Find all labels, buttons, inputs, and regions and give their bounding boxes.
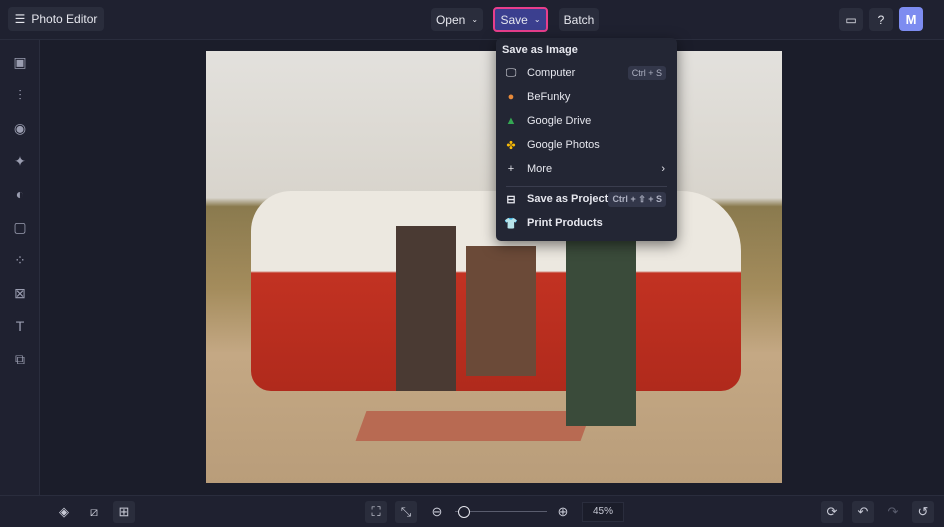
menu-heading: Save as Image — [502, 44, 578, 56]
shortcut: Ctrl + ⇧ + S — [608, 191, 666, 207]
item-label: Print Products — [527, 217, 603, 229]
google-drive-icon: ▲ — [505, 115, 517, 127]
menu-item-google-drive[interactable]: ▲ Google Drive — [504, 110, 669, 132]
frame-icon[interactable]: ▢ — [11, 218, 29, 236]
person-image — [566, 236, 636, 426]
divider — [506, 186, 667, 187]
befunky-icon: ● — [507, 91, 515, 103]
hamburger-icon: ☰ — [14, 12, 26, 26]
item-label: Computer — [527, 67, 576, 79]
redo-icon: ↷ — [887, 504, 899, 519]
batch-label: Batch — [563, 12, 595, 27]
item-label: Google Photos — [527, 139, 600, 151]
app-title: Photo Editor — [31, 12, 98, 26]
compare-icon[interactable]: ⧄ — [83, 501, 105, 523]
grid-icon[interactable]: ⊞ — [113, 501, 135, 523]
layers-icon[interactable]: ◈ — [53, 501, 75, 523]
help-icon[interactable]: ? — [869, 8, 893, 31]
chevron-down-icon: ⌄ — [533, 15, 541, 24]
item-label: More — [527, 163, 553, 175]
graphics-icon[interactable]: ⁘ — [11, 251, 29, 269]
plus-icon: + — [507, 163, 515, 175]
item-label: Save as Project — [527, 193, 609, 205]
shortcut: Ctrl + S — [627, 66, 666, 80]
person-image — [396, 226, 456, 391]
menu-item-print-products[interactable]: 👕 Print Products — [504, 212, 669, 234]
google-photos-icon: ✤ — [506, 139, 516, 152]
item-label: BeFunky — [527, 91, 571, 103]
rotate-icon[interactable]: ⟳ — [821, 501, 843, 523]
zoom-slider-handle[interactable] — [458, 506, 470, 518]
menu-item-google-photos[interactable]: ✤ Google Photos — [504, 134, 669, 156]
chevron-right-icon: › — [661, 163, 665, 175]
monitor-icon: 🖵 — [505, 66, 517, 79]
top-bar: ☰ Photo Editor Open ⌄ Save ⌄ Batch ▭ ? M — [0, 0, 944, 40]
text-icon[interactable]: T — [11, 317, 29, 335]
save-label: Save — [500, 12, 528, 27]
effects-icon[interactable]: ✦ — [11, 152, 29, 170]
menu-button[interactable]: ☰ Photo Editor — [8, 7, 104, 31]
open-label: Open — [435, 12, 466, 27]
batch-button[interactable]: Batch — [559, 8, 599, 31]
overlay-icon[interactable]: ⧉ — [11, 350, 29, 368]
left-toolbar: ▣ ⫶ ◉ ✦ ◐ ▢ ⁘ ⊠ T ⧉ — [0, 40, 40, 495]
menu-item-befunky[interactable]: ● BeFunky — [504, 86, 669, 108]
palette-icon[interactable]: ◐ — [11, 185, 29, 203]
undo-icon[interactable]: ↶ — [852, 501, 874, 523]
avatar[interactable]: M — [899, 7, 923, 31]
actual-size-icon[interactable]: ⤡ — [395, 501, 417, 523]
photo-canvas[interactable] — [206, 51, 782, 483]
fit-screen-icon[interactable]: ⛶ — [365, 501, 387, 523]
open-button[interactable]: Open ⌄ — [431, 8, 483, 31]
zoom-out-icon[interactable]: ⊖ — [426, 501, 448, 523]
bottom-bar: ◈ ⧄ ⊞ ⛶ ⤡ ⊖ ⊕ 45% ⟳ ↶ ↷ ↺ — [0, 495, 944, 527]
adjust-icon[interactable]: ⫶ — [11, 86, 29, 104]
comments-icon[interactable]: ▭ — [839, 8, 863, 31]
save-button[interactable]: Save ⌄ — [493, 7, 548, 32]
eye-icon[interactable]: ◉ — [11, 119, 29, 137]
avatar-letter: M — [905, 11, 917, 27]
menu-item-more[interactable]: + More › — [504, 158, 669, 180]
menu-item-computer[interactable]: 🖵 Computer Ctrl + S — [504, 62, 669, 84]
item-label: Google Drive — [527, 115, 592, 127]
save-dropdown: Save as Image 🖵 Computer Ctrl + S ● BeFunky… — [496, 38, 677, 241]
chevron-down-icon: ⌄ — [471, 15, 479, 24]
person-image — [466, 246, 536, 376]
rug-image — [355, 411, 592, 441]
menu-item-save-project[interactable]: ⊟ Save as Project Ctrl + ⇧ + S — [504, 188, 669, 210]
history-icon[interactable]: ↺ — [912, 501, 934, 523]
shirt-icon: 👕 — [504, 217, 518, 230]
zoom-in-icon[interactable]: ⊕ — [552, 501, 574, 523]
texture-icon[interactable]: ⊠ — [11, 284, 29, 302]
image-icon[interactable]: ▣ — [11, 53, 29, 71]
briefcase-icon: ⊟ — [506, 193, 516, 206]
zoom-level[interactable]: 45% — [582, 502, 624, 522]
